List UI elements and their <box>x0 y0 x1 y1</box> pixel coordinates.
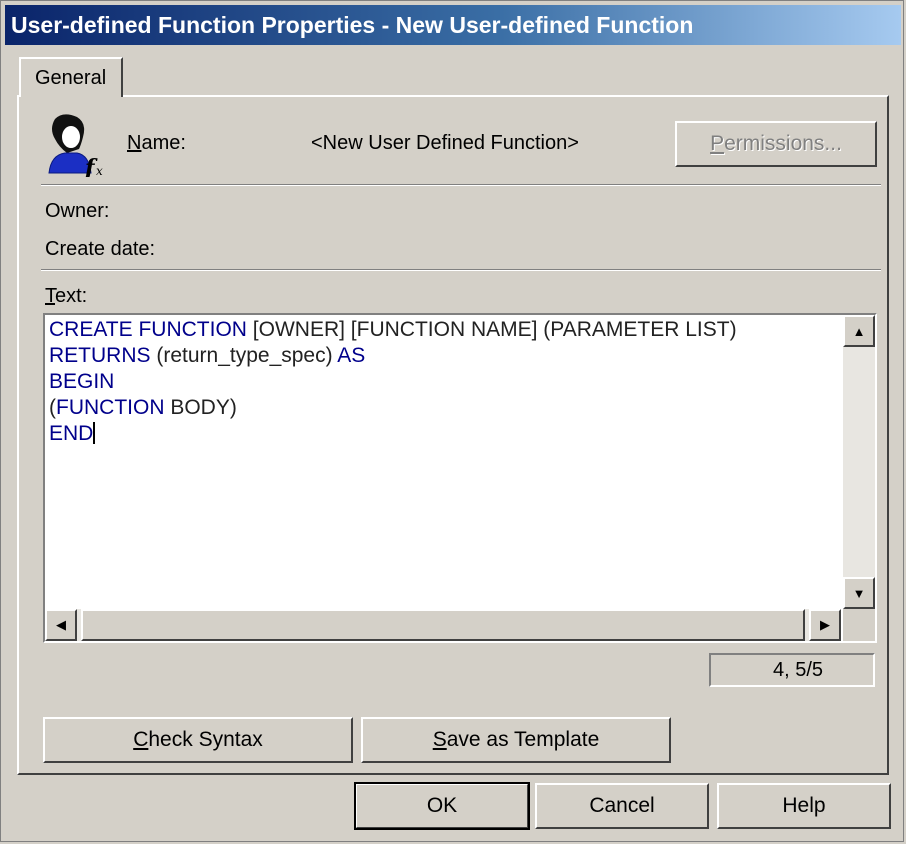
separator-top <box>41 184 881 186</box>
help-button[interactable]: Help <box>717 783 891 829</box>
code-keyword: BEGIN <box>49 370 115 393</box>
ok-button[interactable]: OK <box>354 782 530 830</box>
function-text-editor[interactable]: CREATE FUNCTION [OWNER] [FUNCTION NAME] … <box>43 313 877 643</box>
code-keyword: RETURNS <box>49 344 151 367</box>
svg-text:x: x <box>96 164 103 177</box>
name-value: <New User Defined Function> <box>311 132 579 154</box>
window-title: User-defined Function Properties - New U… <box>11 12 694 38</box>
tab-general-label: General <box>35 67 107 89</box>
cancel-button[interactable]: Cancel <box>535 783 709 829</box>
text-label: Text: <box>45 285 88 307</box>
check-syntax-label: Check Syntax <box>133 728 263 751</box>
text-caret <box>93 422 96 444</box>
code-keyword: AS <box>337 344 366 367</box>
code-text: BODY) <box>164 396 237 419</box>
horizontal-scrollbar[interactable]: ◀ ▶ <box>45 609 841 641</box>
scroll-down-button[interactable]: ▼ <box>843 577 875 609</box>
function-code[interactable]: CREATE FUNCTION [OWNER] [FUNCTION NAME] … <box>49 317 737 447</box>
scroll-left-button[interactable]: ◀ <box>45 609 77 641</box>
code-line: RETURNS (return_type_spec) AS <box>49 343 737 369</box>
save-as-template-label: Save as Template <box>432 728 600 751</box>
left-arrow-icon: ◀ <box>56 617 66 632</box>
horizontal-scroll-thumb[interactable] <box>81 609 805 641</box>
name-label: Name: <box>127 132 186 154</box>
vertical-scrollbar[interactable]: ▲ ▼ <box>843 315 875 609</box>
owner-label: Owner: <box>45 200 110 222</box>
code-keyword: FUNCTION <box>56 396 165 419</box>
scroll-right-button[interactable]: ▶ <box>809 609 841 641</box>
code-text: (return_type_spec) <box>150 344 338 367</box>
tab-general[interactable]: General <box>19 57 123 97</box>
code-line: BEGIN <box>49 369 737 395</box>
up-arrow-icon: ▲ <box>852 323 866 339</box>
save-as-template-button[interactable]: Save as Template <box>361 717 671 763</box>
separator-middle <box>41 269 881 271</box>
code-keyword: END <box>49 422 94 445</box>
permissions-button[interactable]: Permissions... <box>675 121 877 167</box>
scrollbar-corner <box>843 609 875 641</box>
user-defined-function-icon: f x <box>48 114 103 177</box>
scroll-up-button[interactable]: ▲ <box>843 315 875 347</box>
code-text: ( <box>49 396 56 419</box>
code-text: [OWNER] [FUNCTION NAME] (PARAMETER LIST) <box>246 318 737 341</box>
code-line: (FUNCTION BODY) <box>49 395 737 421</box>
permissions-button-label: Permissions... <box>710 132 842 155</box>
cursor-position-indicator: 4, 5/5 <box>709 653 875 687</box>
down-arrow-icon: ▼ <box>852 585 866 601</box>
code-keyword: CREATE FUNCTION <box>49 318 247 341</box>
check-syntax-button[interactable]: Check Syntax <box>43 717 353 763</box>
code-line: END <box>49 421 737 447</box>
right-arrow-icon: ▶ <box>820 617 830 632</box>
create-date-label: Create date: <box>45 238 156 260</box>
code-line: CREATE FUNCTION [OWNER] [FUNCTION NAME] … <box>49 317 737 343</box>
title-bar[interactable]: User-defined Function Properties - New U… <box>5 5 901 45</box>
dialog-window: User-defined Function Properties - New U… <box>0 0 904 842</box>
